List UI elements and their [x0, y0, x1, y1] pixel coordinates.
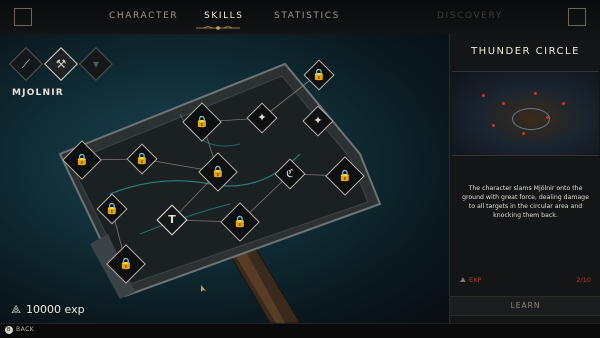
lock-icon: 🔒 [119, 257, 133, 270]
rune-icon: ⟁ [11, 303, 21, 316]
enemy-marker [562, 102, 565, 105]
skill-detail-panel: THUNDER CIRCLE The character slams Mjöln… [449, 34, 600, 323]
tab-character[interactable]: CHARACTER [109, 11, 178, 21]
lock-icon: 🔒 [75, 153, 89, 166]
lock-icon: 🔒 [338, 169, 352, 182]
back-label: BACK [16, 326, 35, 333]
player-exp: ⟁ 10000 exp [10, 303, 85, 317]
lock-icon: 🔒 [105, 202, 119, 215]
hammer-icon: T [168, 213, 176, 226]
selected-weapon-name: MJOLNIR [12, 88, 64, 98]
enemy-marker [502, 102, 505, 105]
skill-icon: ✦ [257, 111, 267, 124]
right-bumper-icon[interactable] [568, 8, 586, 26]
sword-icon: ⟋ [21, 57, 31, 71]
learn-button[interactable]: LEARN [450, 296, 600, 316]
exp-value: 10000 exp [26, 303, 85, 316]
lock-icon: 🔒 [233, 215, 247, 228]
footer-bar: B BACK [0, 323, 600, 338]
skill-title: THUNDER CIRCLE [471, 46, 580, 57]
skill-description: The character slams Mjölnir onto the gro… [462, 185, 589, 219]
skill-tree-scene: ⟋ ⚒ ▾ MJOLNIR 🔒 🔒 ✦ ✦ 🔒 🔒 🔒 ℭ 🔒 🔒 T 🔒 🔒 [0, 34, 449, 323]
rune-icon: ⟁ [460, 276, 466, 284]
cost-label: EXP [468, 276, 482, 284]
lock-icon: 🔒 [312, 68, 326, 81]
lock-icon: 🔒 [135, 152, 149, 165]
tab-statistics[interactable]: STATISTICS [274, 11, 340, 21]
skill-preview-image [452, 71, 599, 156]
lock-icon: 🔒 [211, 165, 225, 178]
left-bumper-icon[interactable] [14, 8, 32, 26]
enemy-marker [522, 132, 525, 135]
cursor-icon [201, 285, 206, 292]
enemy-marker [534, 92, 537, 95]
aoe-ring [512, 108, 550, 130]
enemy-marker [492, 124, 495, 127]
top-nav-bar: CHARACTER SKILLS STATISTICS DISCOVERY [0, 0, 600, 35]
skill-icon: ✦ [313, 114, 323, 127]
skill-cost: ⟁ EXP [460, 276, 481, 285]
controller-b-icon: B [5, 326, 13, 334]
enemy-marker [482, 94, 485, 97]
weapon-slot-icon: ▾ [92, 57, 100, 71]
skill-level: 2/10 [576, 276, 591, 284]
hammer-icon: ⚒ [55, 57, 67, 71]
enemy-marker [546, 116, 549, 119]
tab-skills[interactable]: SKILLS [204, 11, 244, 21]
lock-icon: 🔒 [195, 115, 209, 128]
active-tab-underline [196, 26, 240, 30]
skill-icon: ℭ [286, 167, 294, 180]
tab-discovery[interactable]: DISCOVERY [437, 11, 503, 21]
back-button[interactable]: B BACK [5, 326, 34, 334]
